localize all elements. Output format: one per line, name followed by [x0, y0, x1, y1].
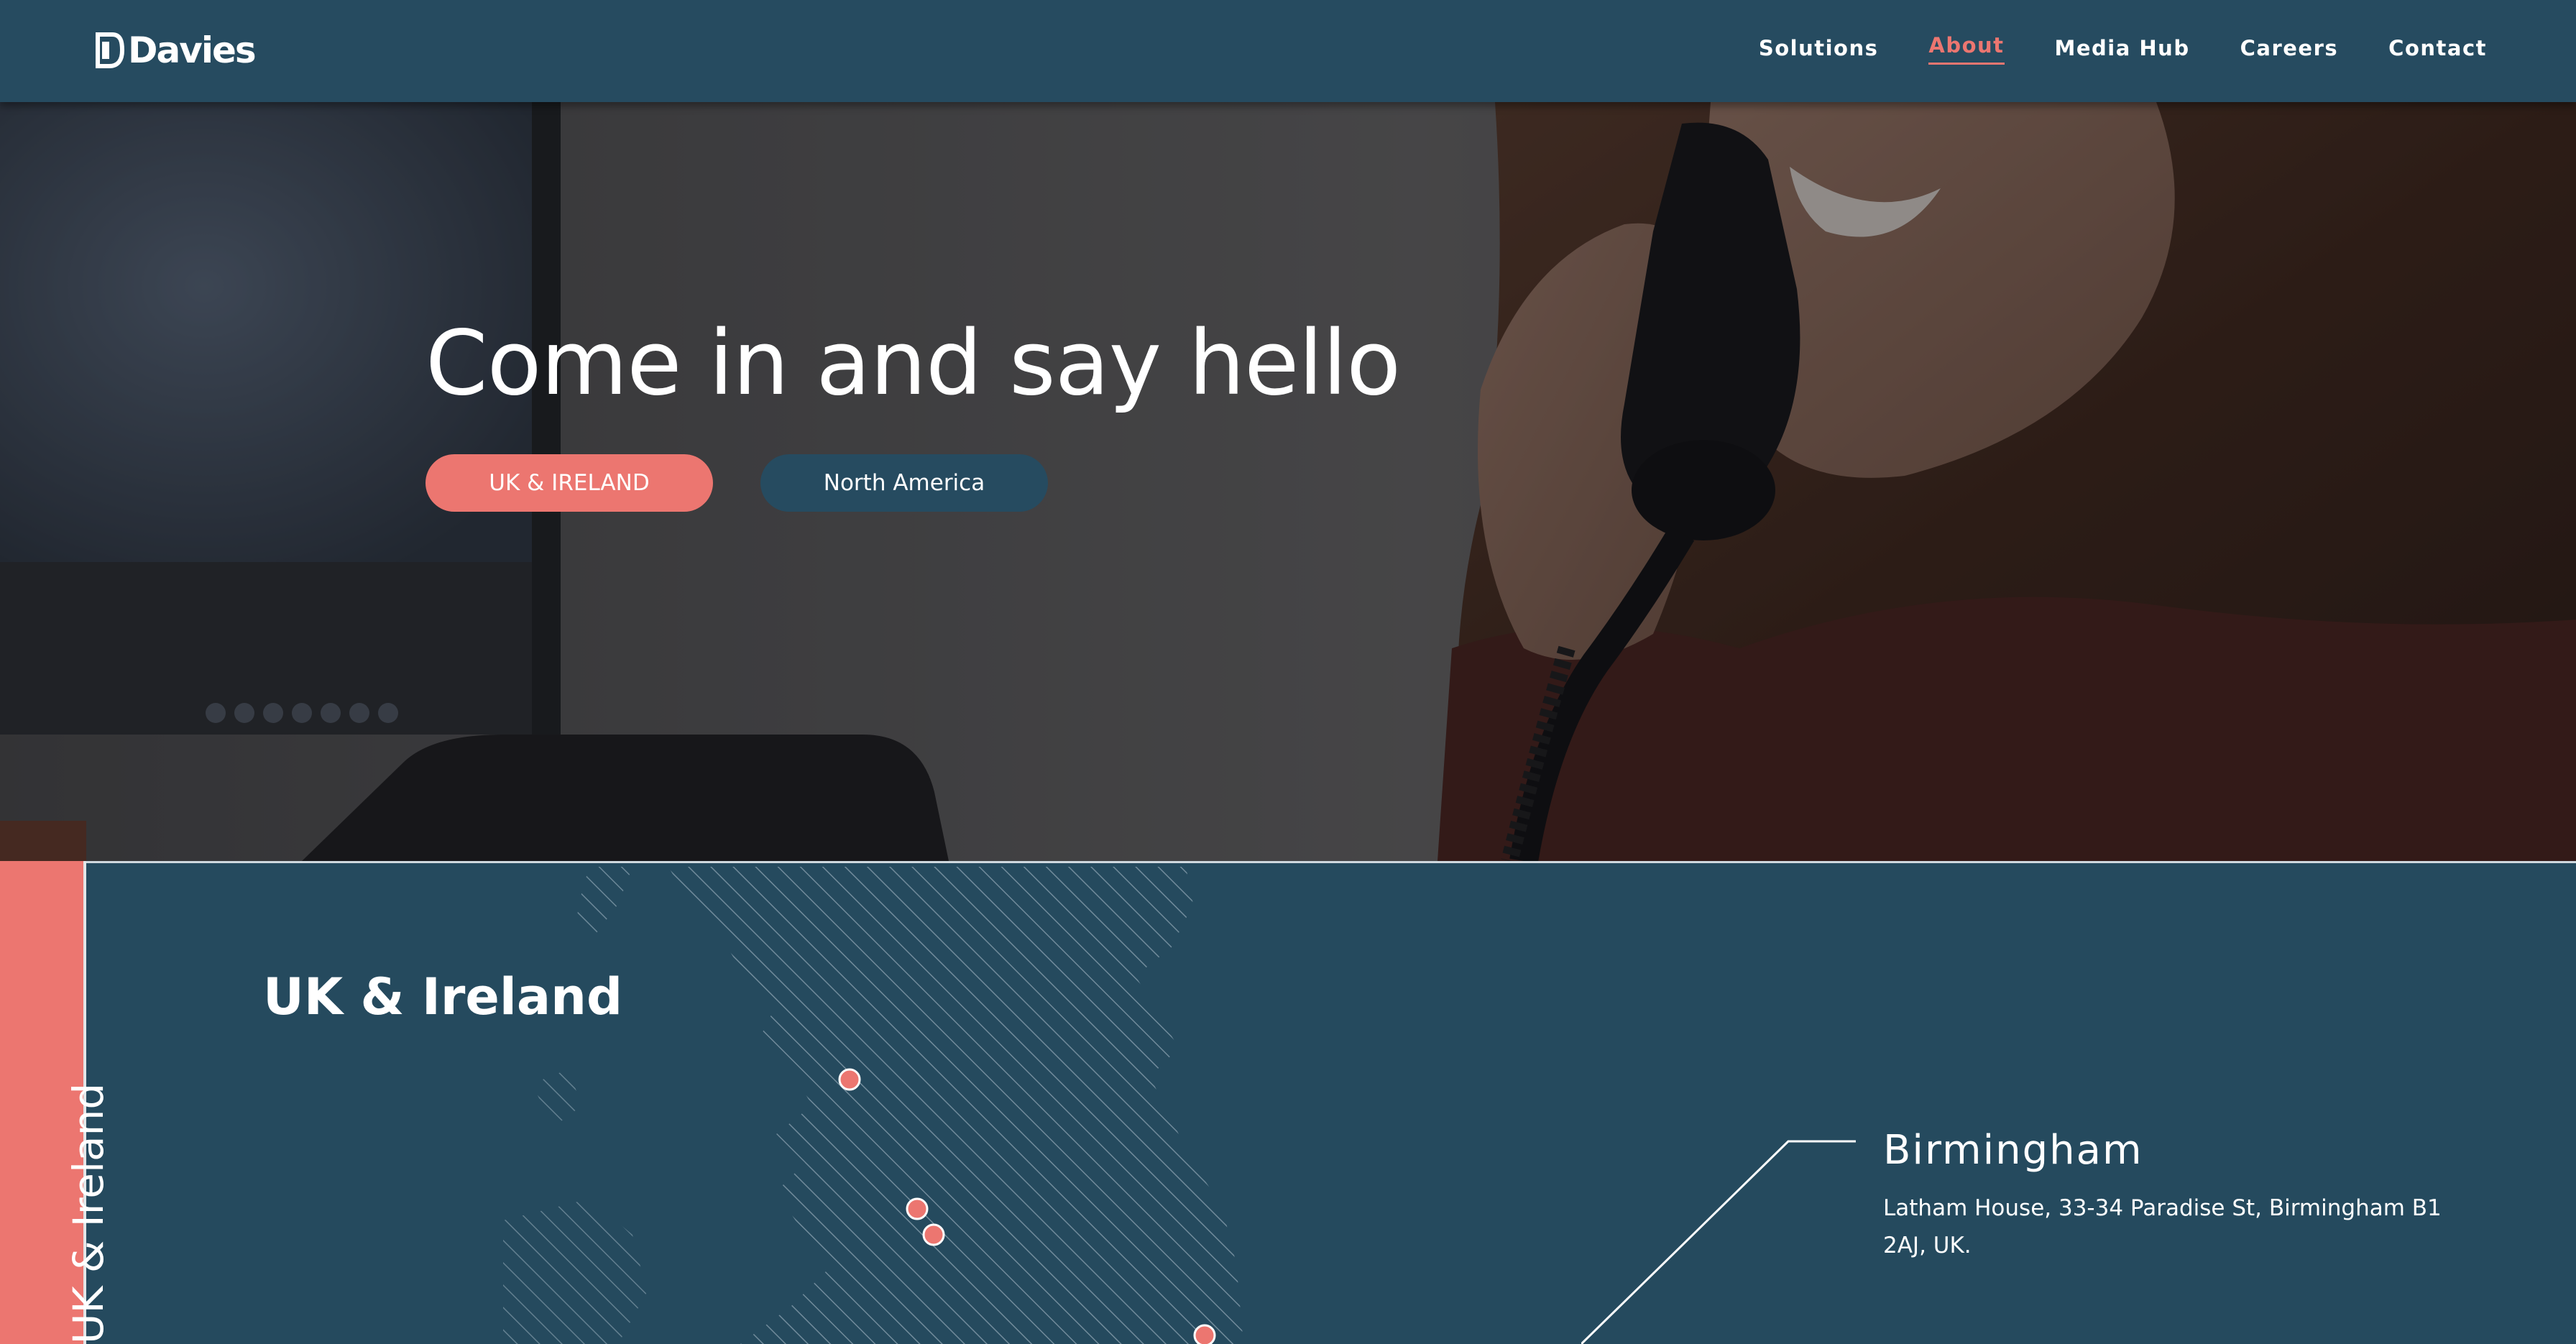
region-title: UK & Ireland [263, 967, 623, 1026]
davies-logo[interactable]: Davies [93, 29, 257, 71]
uk-ireland-button[interactable]: UK & IRELAND [426, 454, 713, 512]
map-pin-sunderland[interactable] [922, 1223, 945, 1246]
map-pin-england[interactable] [1193, 1324, 1216, 1344]
side-tab-label: UK & Ireland [64, 1082, 113, 1344]
uk-ireland-side-tab[interactable]: UK & Ireland [0, 861, 113, 1344]
davies-logo-icon [96, 32, 125, 68]
nav-media-hub[interactable]: Media Hub [2055, 36, 2190, 65]
main-nav: Solutions About Media Hub Careers Contac… [1759, 33, 2487, 65]
nav-contact[interactable]: Contact [2388, 36, 2487, 65]
nav-about[interactable]: About [1928, 33, 2005, 65]
office-card-birmingham: Birmingham Latham House, 33-34 Paradise … [1883, 1127, 2472, 1264]
nav-solutions[interactable]: Solutions [1759, 36, 1879, 65]
top-navbar: Davies Solutions About Media Hub Careers… [0, 0, 2576, 102]
north-america-button[interactable]: North America [760, 454, 1048, 512]
office-connector-line [1581, 1140, 1856, 1344]
uk-ireland-map [503, 867, 1243, 1344]
map-pin-newcastle[interactable] [906, 1197, 929, 1220]
davies-logo-text: Davies [128, 29, 257, 71]
hero-section: Come in and say hello UK & IRELAND North… [0, 102, 2576, 861]
hero-overlay [0, 102, 2576, 861]
hero-title: Come in and say hello [426, 312, 1401, 415]
office-city: Birmingham [1883, 1127, 2143, 1174]
uk-ireland-section: UK & Ireland UK & Ireland Birmingham Lat… [0, 861, 2576, 1344]
office-address: Latham House, 33-34 Paradise St, Birming… [1883, 1195, 2442, 1258]
nav-careers[interactable]: Careers [2240, 36, 2339, 65]
map-pin-glasgow[interactable] [838, 1068, 861, 1091]
